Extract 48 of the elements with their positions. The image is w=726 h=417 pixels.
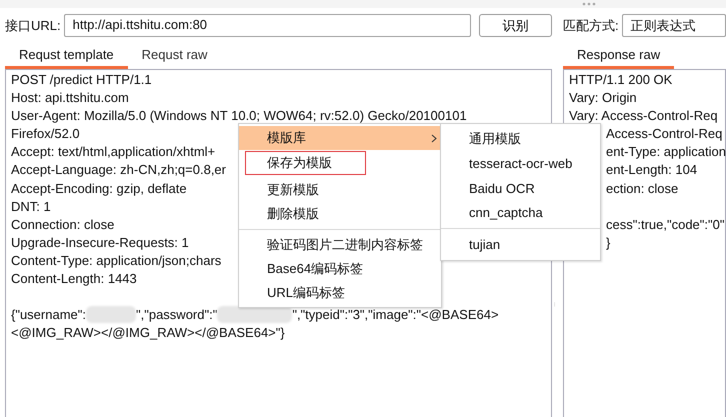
request-line: Host: api.ttshitu.com bbox=[11, 90, 129, 106]
request-body-text: <@IMG_RAW></@IMG_RAW></@BASE64>"} bbox=[11, 324, 285, 342]
request-line: POST /predict HTTP/1.1 bbox=[11, 72, 152, 87]
menu-item[interactable]: 模版库 bbox=[239, 126, 441, 150]
response-line: cess":true,"code":"0" bbox=[606, 216, 724, 232]
response-line: ection: close bbox=[606, 180, 678, 196]
match-select[interactable]: 正则表达式 bbox=[622, 14, 726, 37]
url-label: 接口URL: bbox=[5, 16, 61, 34]
submenu-item[interactable]: cnn_captcha bbox=[441, 200, 600, 225]
response-line: ent-Length: 104 bbox=[606, 162, 698, 178]
submenu-item[interactable]: Baidu OCR bbox=[441, 176, 600, 200]
response-tab[interactable]: Response raw bbox=[563, 45, 674, 69]
request-line: Accept-Encoding: gzip, deflate bbox=[11, 180, 187, 196]
submenu-item[interactable]: 通用模版 bbox=[441, 127, 600, 152]
submenu-item[interactable]: tujian bbox=[441, 232, 600, 256]
url-field[interactable]: http://api.ttshitu.com:80 bbox=[64, 14, 471, 37]
request-line: Content-Type: application/json;chars bbox=[11, 252, 222, 268]
request-line: Accept: text/html,application/xhtml+ bbox=[11, 144, 216, 160]
response-line: HTTP/1.1 200 OK bbox=[569, 72, 672, 87]
response-line: } bbox=[606, 234, 610, 250]
response-line: Vary: Origin bbox=[569, 90, 637, 106]
request-tab[interactable]: Requst raw bbox=[128, 45, 222, 69]
grip-icon[interactable] bbox=[582, 2, 596, 6]
menu-item[interactable]: URL编码标签 bbox=[239, 281, 441, 305]
menu-item[interactable]: 验证码图片二进制内容标签 bbox=[239, 233, 441, 257]
request-line: Accept-Language: zh-CN,zh;q=0.8,er bbox=[11, 162, 226, 178]
request-body-text: ","typeid":"3","image":"<@BASE64> bbox=[292, 306, 499, 324]
request-body-text: ","password":" bbox=[136, 306, 218, 324]
submenu-item[interactable]: tesseract-ocr-web bbox=[441, 152, 600, 176]
menu-item[interactable]: 保存为模版 bbox=[245, 151, 366, 175]
request-line: Connection: close bbox=[11, 216, 114, 232]
request-line: Upgrade-Insecure-Requests: 1 bbox=[11, 234, 189, 250]
blurred-block bbox=[86, 306, 136, 324]
response-line: ent-Type: application bbox=[606, 144, 726, 160]
request-line: DNT: 1 bbox=[11, 198, 51, 214]
request-tab[interactable]: Requst template bbox=[5, 45, 128, 69]
request-line: User-Agent: Mozilla/5.0 (Windows NT 10.0; WOW64; rv:52.0) Gecko/20100101 bbox=[11, 108, 467, 124]
menu-item[interactable]: 更新模版 bbox=[239, 178, 441, 202]
request-line: Firefox/52.0 bbox=[11, 126, 80, 142]
response-line: Access-Control-Req bbox=[606, 126, 722, 142]
request-line: Content-Length: 1443 bbox=[11, 271, 137, 286]
chevron-right-icon bbox=[431, 134, 437, 143]
recognize-button[interactable]: 识别 bbox=[479, 14, 552, 37]
menu-item[interactable]: 删除模版 bbox=[239, 202, 441, 226]
match-label: 匹配方式: bbox=[563, 16, 619, 34]
menu-item[interactable]: Base64编码标签 bbox=[239, 257, 441, 281]
request-body-text: {"username": bbox=[11, 306, 86, 324]
response-line: Vary: Access-Control-Req bbox=[569, 108, 718, 124]
